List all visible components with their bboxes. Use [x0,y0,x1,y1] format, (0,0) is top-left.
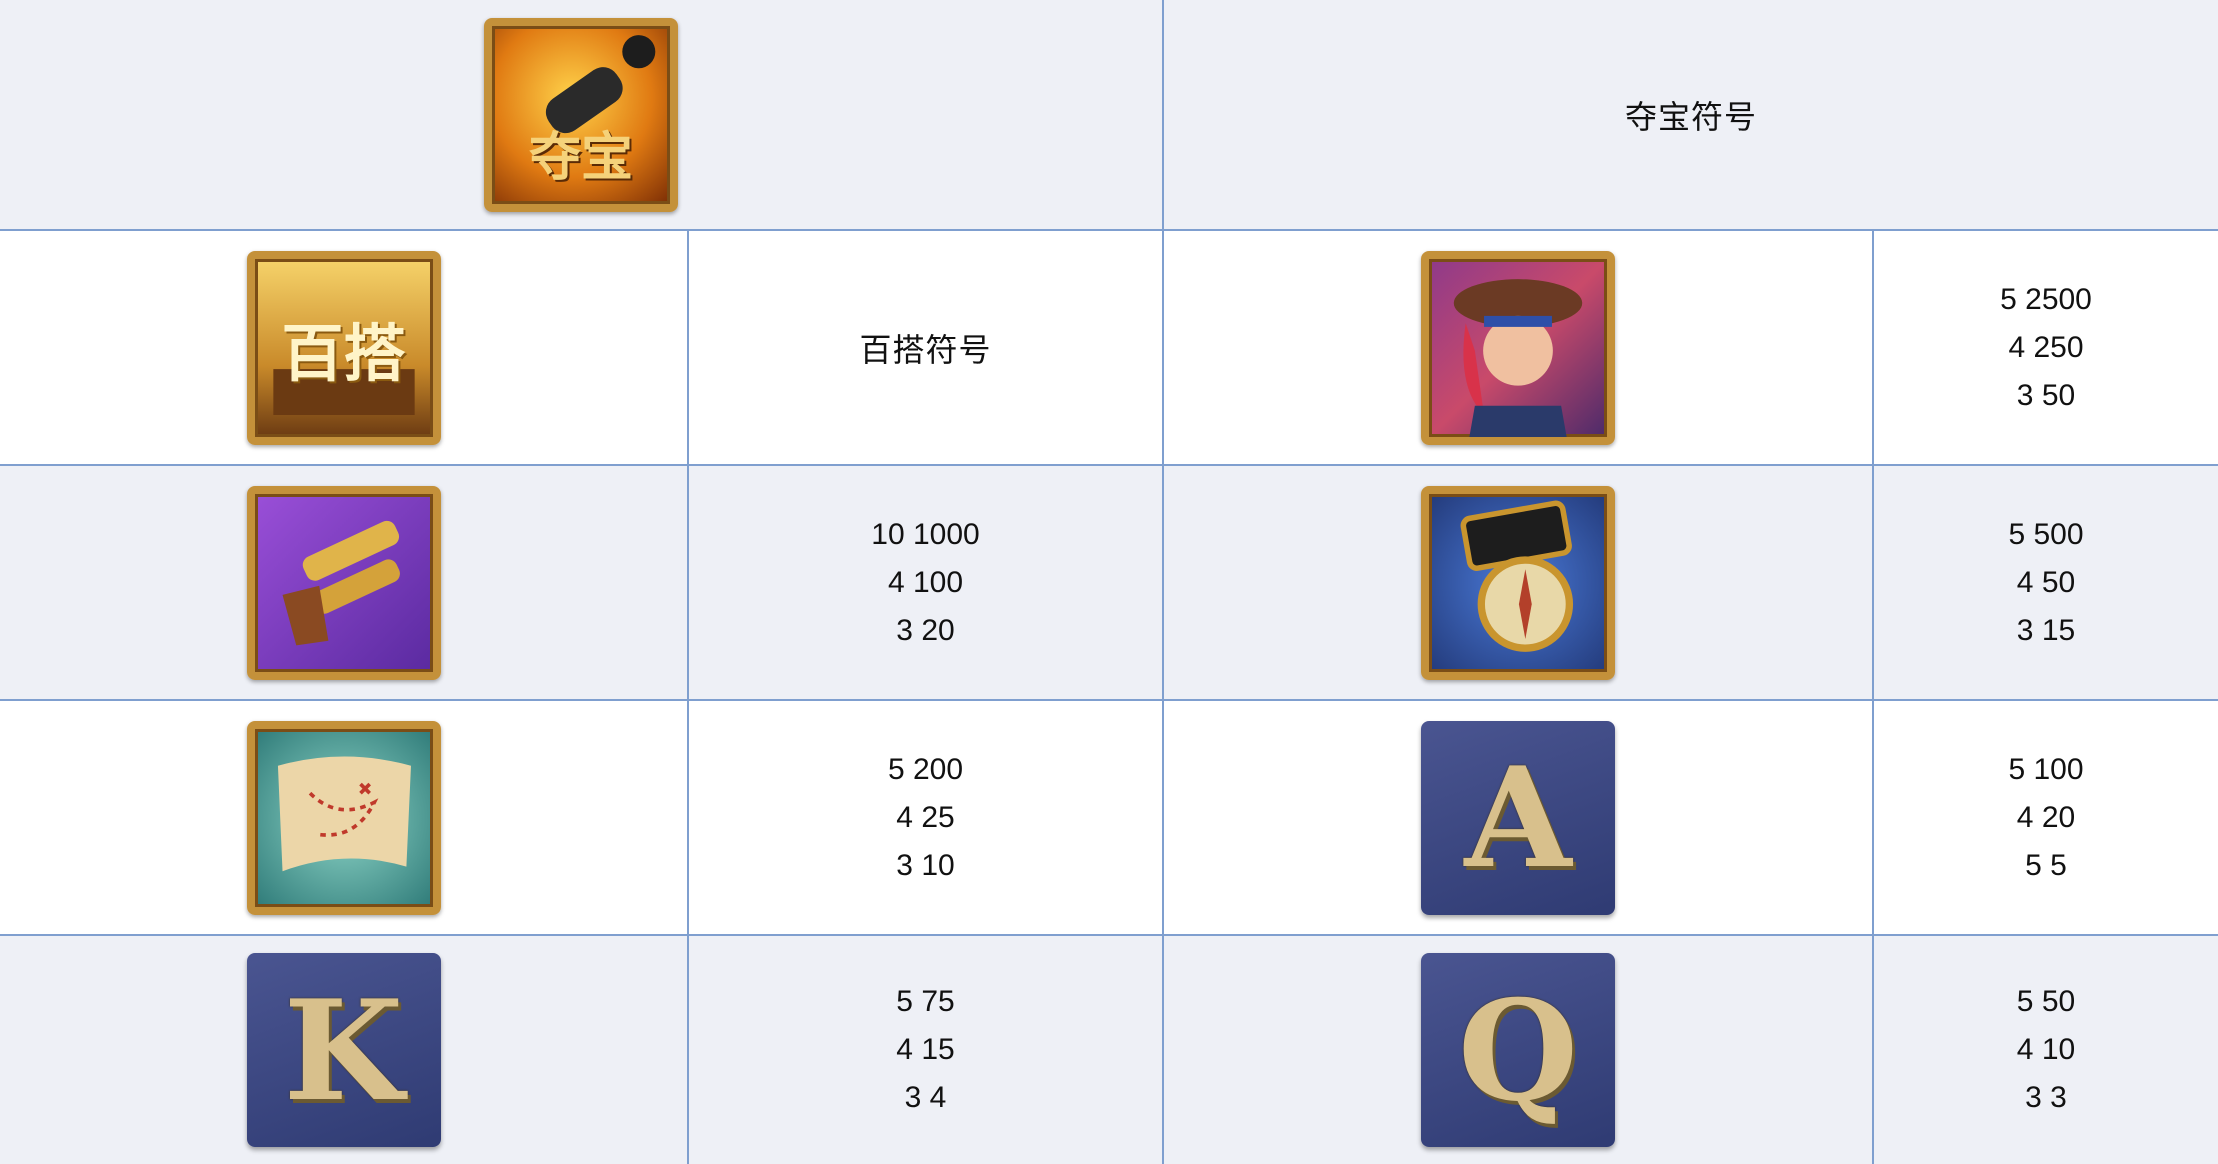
payout-line: 3 3 [2025,1081,2067,1114]
symbol-cell [1164,231,1872,464]
letter-a-icon: A [1421,720,1615,915]
payout-line: 3 50 [2016,378,2076,412]
symbol-cell: A [1164,701,1872,934]
symbol-cell [0,701,687,934]
payout-line: 5 100 [2008,752,2084,786]
letter-q-text: Q [1457,968,1579,1132]
treasure-chest-wild-icon: 百搭 [246,250,441,445]
payout-line: 4 100 [887,565,964,599]
paytable-row: 10 1000 4 100 3 20 5 500 4 50 3 15 [0,466,2218,701]
payout-line: 3 4 [904,1081,947,1114]
payout-line: 5 500 [2008,517,2084,551]
cannon-scatter-icon: 夺宝 [484,17,678,212]
payout-line: 4 50 [2016,565,2076,599]
compass-icon [1421,485,1615,680]
paytable: 夺宝 夺宝符号 百搭 百搭符号 5 2500 4 250 3 50 10 100… [0,0,2218,1164]
scatter-symbol-cell: 夺宝 [0,0,1162,229]
symbol-cell [0,466,687,699]
payout-list: 5 75 4 15 3 4 [896,978,954,1122]
payout-line: 3 20 [896,613,955,647]
paytable-row: 5 200 4 25 3 10 A 5 100 4 20 5 5 [0,701,2218,936]
payout-line: 4 10 [2016,1033,2076,1066]
payout-line: 5 2500 [2000,282,2092,316]
payout-cell: 5 50 4 10 3 3 [1874,936,2218,1164]
payout-cell: 10 1000 4 100 3 20 [689,466,1162,699]
scatter-description-cell: 夺宝符号 [1164,0,2218,229]
payout-list: 5 50 4 10 3 3 [2017,978,2075,1122]
wild-description-cell: 百搭符号 [689,231,1162,464]
wild-symbol-text: 百搭 [281,319,406,389]
letter-k-icon: K [246,953,441,1147]
payout-list: 5 200 4 25 3 10 [888,746,963,890]
payout-cell: 5 500 4 50 3 15 [1874,466,2218,699]
payout-line: 4 20 [2016,800,2076,834]
payout-line: 4 250 [2008,330,2084,364]
payout-cell: 5 100 4 20 5 5 [1874,701,2218,934]
payout-line: 5 75 [896,985,955,1018]
payout-line: 10 1000 [871,517,980,551]
symbol-cell: 百搭 [0,231,687,464]
payout-cell: 5 2500 4 250 3 50 [1874,231,2218,464]
payout-line: 5 200 [887,752,964,786]
paytable-row: 百搭 百搭符号 5 2500 4 250 3 50 [0,231,2218,466]
payout-list: 5 100 4 20 5 5 [2008,746,2083,890]
payout-line: 5 5 [2025,848,2067,882]
payout-line: 3 15 [2016,613,2076,647]
wild-description: 百搭符号 [859,331,992,368]
symbol-cell: K [0,936,687,1164]
payout-list: 10 1000 4 100 3 20 [871,511,979,655]
payout-list: 5 2500 4 250 3 50 [2000,276,2092,420]
symbol-cell: Q [1164,936,1872,1164]
payout-line: 4 25 [896,800,955,834]
letter-k-text: K [283,968,404,1132]
pirate-woman-icon [1421,250,1615,445]
golden-pistol-icon [246,485,441,680]
treasure-map-icon [246,720,441,915]
scatter-description: 夺宝符号 [1624,98,1757,135]
paytable-row: K 5 75 4 15 3 4 Q 5 50 4 10 3 3 [0,936,2218,1164]
scatter-symbol-text: 夺宝 [528,128,633,187]
payout-line: 4 15 [896,1033,955,1066]
payout-line: 5 50 [2016,985,2076,1018]
letter-a-text: A [1464,736,1572,899]
payout-line: 3 10 [896,848,955,882]
symbol-cell [1164,466,1872,699]
paytable-row-scatter: 夺宝 夺宝符号 [0,0,2218,231]
payout-cell: 5 200 4 25 3 10 [689,701,1162,934]
payout-cell: 5 75 4 15 3 4 [689,936,1162,1164]
payout-list: 5 500 4 50 3 15 [2008,511,2083,655]
letter-q-icon: Q [1421,953,1615,1147]
